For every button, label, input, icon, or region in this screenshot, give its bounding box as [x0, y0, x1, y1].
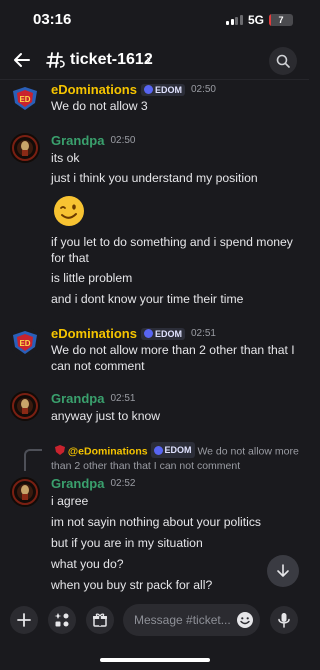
channel-header: ticket-1612 ›	[0, 40, 309, 80]
scroll-down-icon	[277, 564, 289, 577]
author-name[interactable]: Grandpa	[51, 133, 104, 148]
timestamp: 02:50	[190, 84, 216, 95]
message-composer	[0, 599, 309, 670]
message-meta: Grandpa 02:51	[51, 391, 136, 406]
reply-preview[interactable]: @eDominations EDOM We do not allow more …	[51, 442, 301, 473]
channel-thread-icon	[46, 52, 65, 68]
message-text: what you do?	[51, 557, 124, 571]
back-arrow-icon[interactable]	[12, 50, 32, 70]
message-text: We do not allow 3	[51, 99, 148, 113]
reply-connector	[24, 449, 42, 471]
gift-icon	[93, 613, 107, 627]
apps-icon	[54, 613, 69, 627]
signal-icon	[226, 15, 243, 25]
message-text: i agree	[51, 494, 89, 508]
network-label: 5G	[247, 13, 264, 27]
battery-percent: 7	[278, 15, 284, 25]
svg-text:ED: ED	[19, 95, 30, 104]
message-text: when you buy str pack for all?	[51, 578, 213, 592]
mic-icon	[278, 613, 290, 628]
status-time: 03:16	[33, 11, 72, 28]
message-text: anyway just to know	[51, 409, 161, 423]
message-meta: eDominations EDOM 02:50	[51, 82, 216, 97]
emoji-icon[interactable]	[236, 611, 254, 629]
home-indicator	[100, 658, 210, 662]
add-attachment-button[interactable]	[10, 606, 38, 634]
message-text: just i think you understand my position	[51, 171, 258, 185]
timestamp: 02:51	[190, 328, 216, 339]
message-text: if you let to do something and i spend m…	[51, 235, 293, 265]
message-text: but if you are in my situation	[51, 536, 203, 550]
message-text: and i dont know your time their time	[51, 292, 244, 306]
message-text: im not sayin nothing about your politics	[51, 515, 262, 529]
status-indicators: 5G 7	[226, 13, 293, 27]
app-tag: EDOM	[140, 83, 185, 96]
author-name[interactable]: eDominations	[51, 326, 137, 341]
avatar-edominations[interactable]: ED	[10, 83, 40, 113]
timestamp: 02:52	[110, 478, 136, 489]
author-name[interactable]: eDominations	[51, 82, 137, 97]
timestamp: 02:51	[110, 393, 136, 404]
author-name[interactable]: Grandpa	[51, 391, 104, 406]
avatar-grandpa[interactable]	[10, 477, 40, 507]
battery-icon: 7	[269, 14, 293, 26]
message-meta: Grandpa 02:50	[51, 133, 136, 148]
avatar-edominations[interactable]: ED	[10, 327, 40, 357]
voice-message-button[interactable]	[270, 606, 298, 634]
channel-name[interactable]: ticket-1612	[70, 51, 153, 69]
search-icon	[276, 54, 290, 68]
winking-face-emoji	[54, 196, 84, 226]
chevron-right-icon[interactable]: ›	[146, 51, 151, 68]
reply-mention: @eDominations	[67, 445, 148, 458]
message-text: its ok	[51, 151, 80, 165]
search-button[interactable]	[269, 47, 297, 75]
message-text: is little problem	[51, 271, 133, 285]
message-text: We do not allow more than 2 other than t…	[51, 343, 295, 373]
app-tag: EDOM	[150, 442, 195, 458]
message-list[interactable]: ED eDominations EDOM 02:50 We do not all…	[0, 81, 309, 599]
scroll-down-button[interactable]	[267, 555, 299, 587]
status-bar: 03:16 5G 7	[0, 0, 309, 40]
apps-button[interactable]	[48, 606, 76, 634]
reply-avatar	[55, 445, 65, 455]
svg-text:ED: ED	[19, 339, 30, 348]
message-meta: eDominations EDOM 02:51	[51, 326, 216, 341]
message-meta: Grandpa 02:52	[51, 476, 136, 491]
app-tag: EDOM	[140, 327, 185, 340]
avatar-grandpa[interactable]	[10, 391, 40, 421]
author-name[interactable]: Grandpa	[51, 476, 104, 491]
timestamp: 02:50	[110, 135, 136, 146]
avatar-grandpa[interactable]	[10, 133, 40, 163]
gift-button[interactable]	[86, 606, 114, 634]
plus-icon	[17, 613, 31, 627]
